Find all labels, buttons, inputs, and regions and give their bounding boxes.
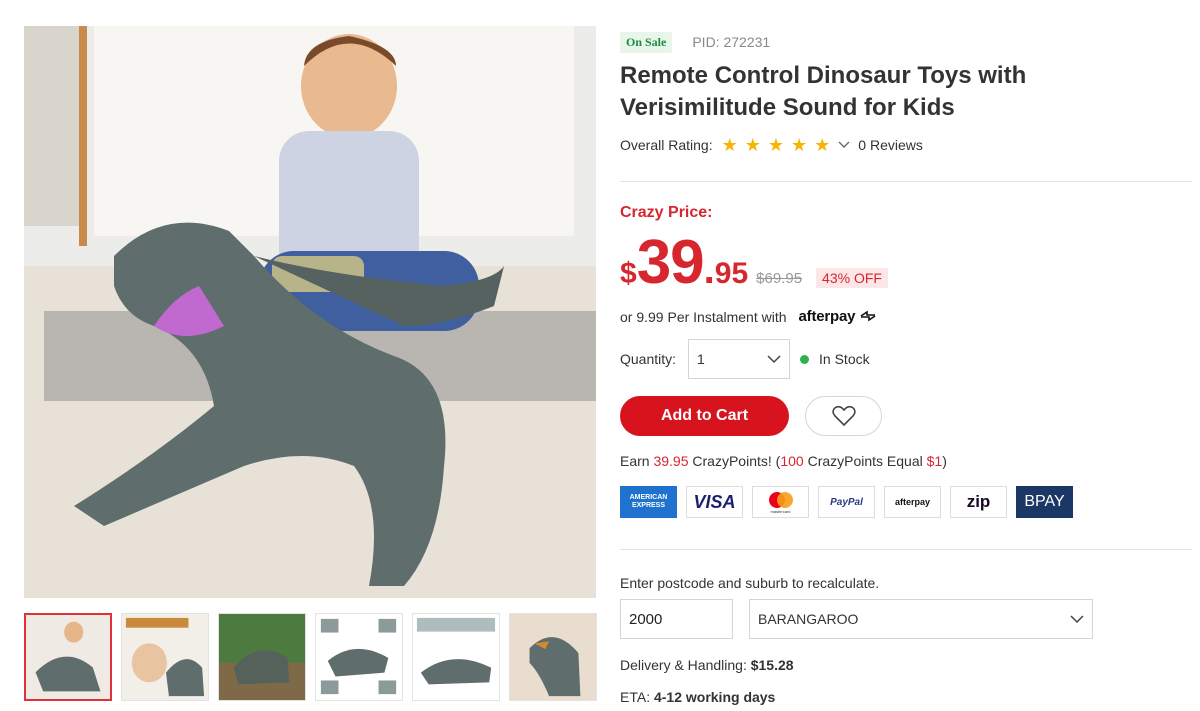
eta-info: ETA: 4-12 working days — [620, 689, 775, 705]
quantity-value: 1 — [697, 351, 705, 367]
main-product-image[interactable] — [24, 26, 596, 598]
reviews-link[interactable]: 0 Reviews — [858, 137, 923, 153]
quantity-label: Quantity: — [620, 351, 677, 367]
paypal-label: PayPal — [830, 496, 863, 508]
rating-chevron-down-icon[interactable] — [838, 138, 850, 152]
badge-row: On Sale PID: 272231 — [620, 30, 1192, 54]
thumbnail-6[interactable] — [509, 613, 597, 701]
zip-icon: zip — [950, 486, 1007, 518]
star-icon: ★ — [814, 135, 831, 155]
discount-badge: 43% OFF — [816, 268, 888, 288]
postcode-label: Enter postcode and suburb to recalculate… — [620, 575, 880, 591]
price-whole: 39 — [636, 228, 705, 297]
afterpay-logo: afterpay — [799, 308, 878, 325]
bpay-icon: BPAY — [1016, 486, 1073, 518]
rating-label: Overall Rating: — [620, 137, 713, 153]
star-icon: ★ — [791, 135, 808, 155]
instalment-text: or 9.99 Per Instalment with — [620, 308, 787, 325]
payment-methods: AMERICAN EXPRESS VISA mastercard PayPal … — [620, 486, 1073, 518]
amex-icon: AMERICAN EXPRESS — [620, 486, 677, 518]
afterpay-icon: afterpay — [884, 486, 941, 518]
mastercard-circles-icon — [768, 491, 793, 508]
price-currency: $ — [620, 257, 637, 290]
delivery-value: $15.28 — [750, 657, 794, 673]
old-price: $69.95 — [756, 270, 803, 287]
delivery-info: Delivery & Handling: $15.28 — [620, 657, 794, 673]
points-value: $1 — [926, 453, 943, 469]
eta-label: ETA: — [620, 689, 651, 705]
chevron-down-icon — [767, 354, 781, 363]
thumbnail-3[interactable] — [218, 613, 306, 701]
instalment-row: or 9.99 Per Instalment with afterpay — [620, 308, 877, 325]
quantity-row: Quantity: 1 In Stock — [620, 339, 870, 379]
add-to-cart-button[interactable]: Add to Cart — [620, 396, 789, 436]
product-info: On Sale PID: 272231 Remote Control Dinos… — [620, 30, 1192, 154]
postcode-input[interactable]: 2000 — [620, 599, 733, 639]
thumbnail-2[interactable] — [121, 613, 209, 701]
earn-text-2: CrazyPoints! ( — [692, 453, 781, 469]
paypal-icon: PayPal — [818, 486, 875, 518]
afterpay-logo-text: afterpay — [798, 308, 856, 325]
on-sale-badge: On Sale — [620, 31, 673, 53]
rating-row: Overall Rating: ★ ★ ★ ★ ★ 0 Reviews — [620, 136, 1192, 154]
price-cents: 95 — [714, 257, 749, 290]
price-dot: . — [703, 248, 715, 292]
heart-icon — [831, 405, 856, 427]
chevron-down-icon — [1070, 614, 1084, 623]
amex-label: AMERICAN EXPRESS — [629, 494, 668, 509]
thumbnail-1[interactable] — [24, 613, 112, 701]
crazy-price-label: Crazy Price: — [620, 204, 713, 221]
crazypoints-info: Earn 39.95 CrazyPoints! (100 CrazyPoints… — [620, 453, 947, 469]
visa-icon: VISA — [686, 486, 743, 518]
suburb-select[interactable]: BARANGAROO — [749, 599, 1093, 639]
thumbnail-strip — [24, 613, 597, 701]
mastercard-icon: mastercard — [752, 486, 809, 518]
earn-text: Earn — [620, 453, 650, 469]
bpay-label: BPAY — [1024, 493, 1065, 510]
points-rate: 100 — [780, 453, 804, 469]
rating-stars: ★ ★ ★ ★ ★ — [722, 136, 831, 154]
thumbnail-5[interactable] — [412, 613, 500, 701]
cart-actions: Add to Cart — [620, 396, 882, 436]
star-icon: ★ — [744, 135, 761, 155]
stock-status-dot — [800, 354, 810, 364]
wishlist-button[interactable] — [805, 396, 882, 436]
star-icon: ★ — [721, 135, 738, 155]
stock-status: In Stock — [819, 351, 870, 367]
product-title: Remote Control Dinosaur Toys with Verisi… — [620, 62, 1027, 121]
earn-text-3: CrazyPoints Equal — [807, 453, 923, 469]
postcode-value: 2000 — [629, 610, 663, 628]
earn-points-amount: 39.95 — [653, 453, 689, 469]
afterpay-arrows-icon — [860, 310, 876, 322]
afterpay-label: afterpay — [894, 497, 930, 507]
eta-value: 4-12 working days — [653, 689, 776, 705]
suburb-value: BARANGAROO — [758, 611, 859, 627]
delivery-label: Delivery & Handling: — [620, 657, 747, 673]
quantity-select[interactable]: 1 — [688, 339, 791, 379]
star-icon: ★ — [767, 135, 785, 155]
earn-close: ) — [942, 453, 947, 469]
mastercard-label: mastercard — [770, 508, 791, 514]
visa-label: VISA — [693, 491, 736, 512]
price-row: $ 39 . 95 $69.95 43% OFF — [620, 232, 888, 294]
product-id: PID: 272231 — [692, 34, 771, 50]
zip-label: zip — [966, 492, 991, 511]
divider — [620, 549, 1192, 550]
divider — [620, 181, 1192, 182]
thumbnail-4[interactable] — [315, 613, 403, 701]
